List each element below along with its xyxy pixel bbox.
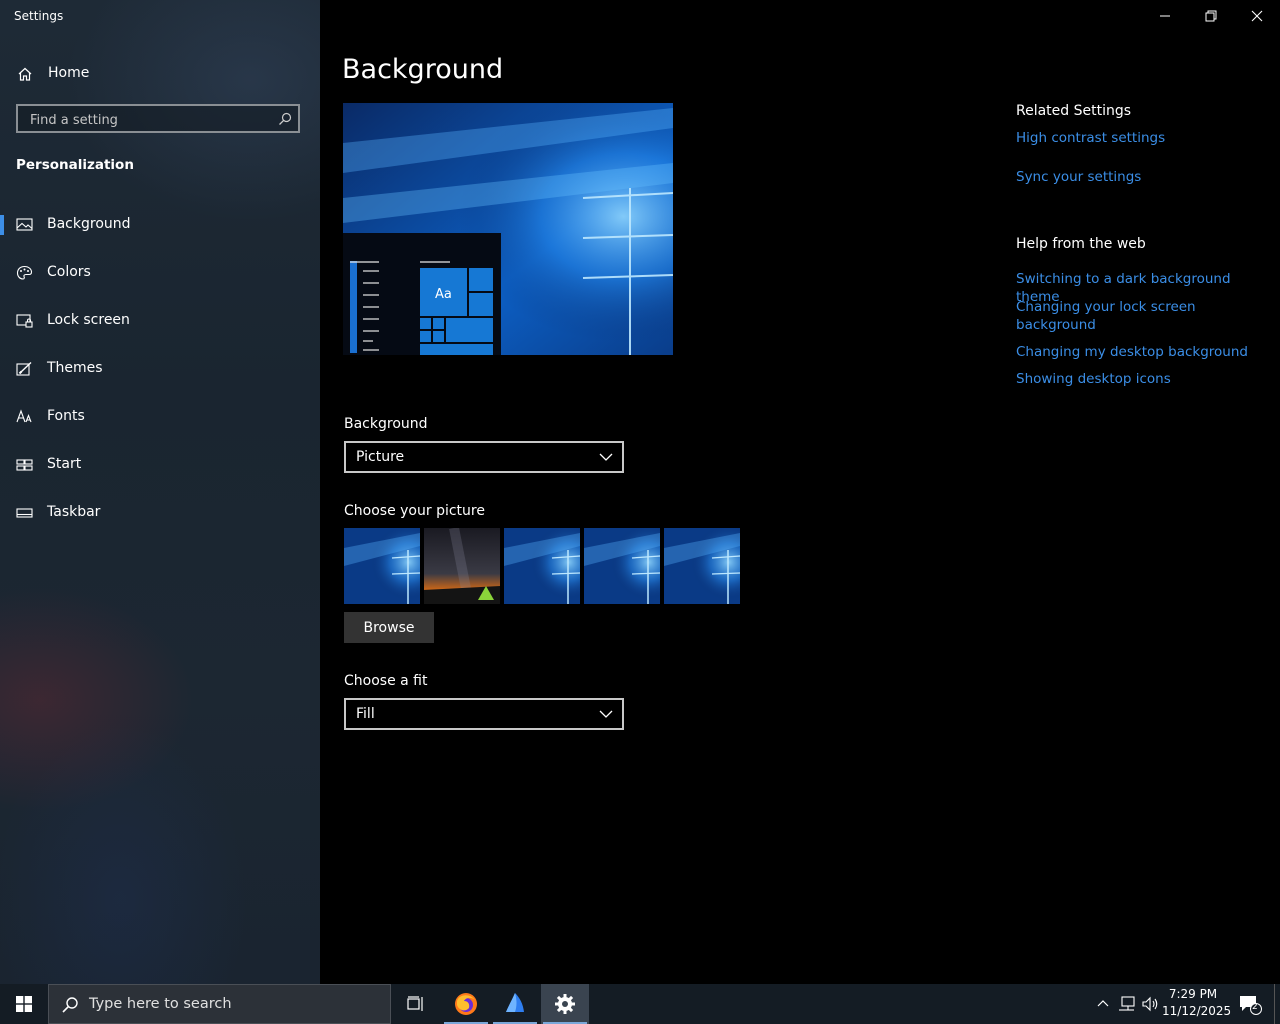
lock-screen-icon — [16, 314, 33, 328]
windows-hero-thumbnail — [344, 528, 420, 604]
windows-logo-icon — [16, 996, 32, 1012]
sidebar-item-label: Lock screen — [47, 312, 130, 328]
clock-time: 7:29 PM — [1168, 987, 1218, 1001]
sidebar-item-label: Themes — [47, 360, 103, 376]
task-view-button[interactable] — [392, 984, 440, 1024]
picture-thumbnail[interactable] — [664, 528, 740, 604]
windows-hero-thumbnail — [504, 528, 580, 604]
background-type-value: Picture — [356, 449, 405, 465]
high-contrast-settings-link[interactable]: High contrast settings — [1016, 129, 1266, 147]
taskbar-clock[interactable]: 7:29 PM 11/12/2025 — [1162, 986, 1232, 1020]
background-type-dropdown[interactable]: Picture — [344, 441, 624, 473]
related-settings-heading: Related Settings — [1016, 103, 1132, 119]
home-label: Home — [48, 65, 90, 81]
sidebar: Settings Home Personalization Background… — [0, 0, 320, 984]
clock-date: 11/12/2025 — [1162, 1004, 1232, 1018]
section-title-personalization: Personalization — [16, 157, 134, 173]
desktop-preview: Aa — [343, 103, 673, 355]
fit-dropdown[interactable]: Fill — [344, 698, 624, 730]
background-label: Background — [344, 416, 428, 432]
picture-thumbnail[interactable] — [584, 528, 660, 604]
speaker-icon — [1142, 996, 1158, 1012]
chevron-down-icon — [599, 710, 613, 718]
sidebar-item-colors[interactable]: Colors — [0, 253, 320, 293]
home-icon — [18, 67, 32, 81]
find-setting-input[interactable] — [28, 110, 272, 130]
show-hidden-icons-button[interactable] — [1094, 984, 1112, 1024]
font-icon — [16, 409, 32, 423]
picture-thumbnail[interactable] — [424, 528, 500, 604]
taskbar: Type here to search 7:29 PM 11/12/2025 2 — [0, 984, 1280, 1024]
help-from-web-heading: Help from the web — [1016, 236, 1146, 252]
sidebar-item-themes[interactable]: Themes — [0, 349, 320, 389]
brush-icon — [16, 361, 32, 376]
firefox-taskbar-button[interactable] — [442, 984, 490, 1024]
picture-thumbnail[interactable] — [344, 528, 420, 604]
sidebar-item-taskbar[interactable]: Taskbar — [0, 493, 320, 533]
sidebar-item-background[interactable]: Background — [0, 205, 320, 245]
night-sky-tent-thumbnail — [424, 528, 500, 604]
network-icon — [1119, 996, 1135, 1011]
preview-tile-text: Aa — [435, 287, 452, 302]
task-view-icon — [407, 996, 423, 1011]
settings-taskbar-button[interactable] — [541, 984, 589, 1024]
home-button[interactable]: Home — [0, 60, 320, 88]
show-desktop-button[interactable] — [1274, 984, 1280, 1024]
chevron-up-icon — [1097, 1000, 1109, 1007]
chevron-down-icon — [599, 453, 613, 461]
minimize-icon — [1160, 15, 1170, 17]
choose-fit-label: Choose a fit — [344, 673, 428, 689]
notification-count-badge: 2 — [1252, 1002, 1258, 1012]
preview-image: Aa — [343, 103, 673, 355]
close-icon — [1251, 10, 1263, 22]
sidebar-item-label: Start — [47, 456, 82, 472]
network-status[interactable] — [1116, 984, 1138, 1024]
choose-picture-label: Choose your picture — [344, 503, 485, 519]
sidebar-item-fonts[interactable]: Fonts — [0, 397, 320, 437]
restore-icon — [1205, 10, 1217, 22]
palette-icon — [16, 265, 33, 280]
fit-value: Fill — [356, 706, 375, 722]
picture-icon — [16, 218, 33, 231]
help-link-desktop-background[interactable]: Changing my desktop background — [1016, 343, 1266, 361]
sidebar-item-label: Colors — [47, 264, 91, 280]
taskbar-search-box[interactable]: Type here to search — [48, 984, 391, 1024]
start-button[interactable] — [0, 984, 48, 1024]
close-button[interactable] — [1234, 0, 1280, 32]
start-icon — [16, 459, 33, 471]
sidebar-item-start[interactable]: Start — [0, 445, 320, 485]
volume-control[interactable] — [1140, 984, 1162, 1024]
sync-settings-link[interactable]: Sync your settings — [1016, 168, 1266, 186]
sidebar-item-label: Taskbar — [47, 504, 101, 520]
windows-hero-thumbnail — [584, 528, 660, 604]
firefox-icon — [455, 993, 477, 1015]
sidebar-item-lock-screen[interactable]: Lock screen — [0, 301, 320, 341]
help-link-lock-screen-background[interactable]: Changing your lock screen background — [1016, 298, 1216, 334]
app-sail-icon — [506, 993, 524, 1012]
window-title: Settings — [14, 9, 64, 23]
browse-button[interactable]: Browse — [344, 612, 434, 643]
find-setting-search-box[interactable] — [16, 104, 300, 133]
search-icon — [62, 997, 78, 1013]
minimize-button[interactable] — [1142, 0, 1188, 32]
settings-gear-icon — [555, 994, 575, 1014]
windows-hero-thumbnail — [664, 528, 740, 604]
help-link-desktop-icons[interactable]: Showing desktop icons — [1016, 370, 1266, 388]
page-title: Background — [342, 54, 504, 85]
action-center-button[interactable]: 2 — [1234, 984, 1268, 1024]
taskbar-icon — [16, 508, 33, 518]
notification-icon — [1240, 996, 1262, 1015]
search-icon[interactable] — [278, 112, 292, 126]
sidebar-item-label: Background — [47, 216, 131, 232]
taskbar-search-placeholder: Type here to search — [89, 996, 232, 1012]
restore-button[interactable] — [1188, 0, 1234, 32]
app-sail-taskbar-button[interactable] — [491, 984, 539, 1024]
picture-thumbnail[interactable] — [504, 528, 580, 604]
sidebar-item-label: Fonts — [47, 408, 85, 424]
